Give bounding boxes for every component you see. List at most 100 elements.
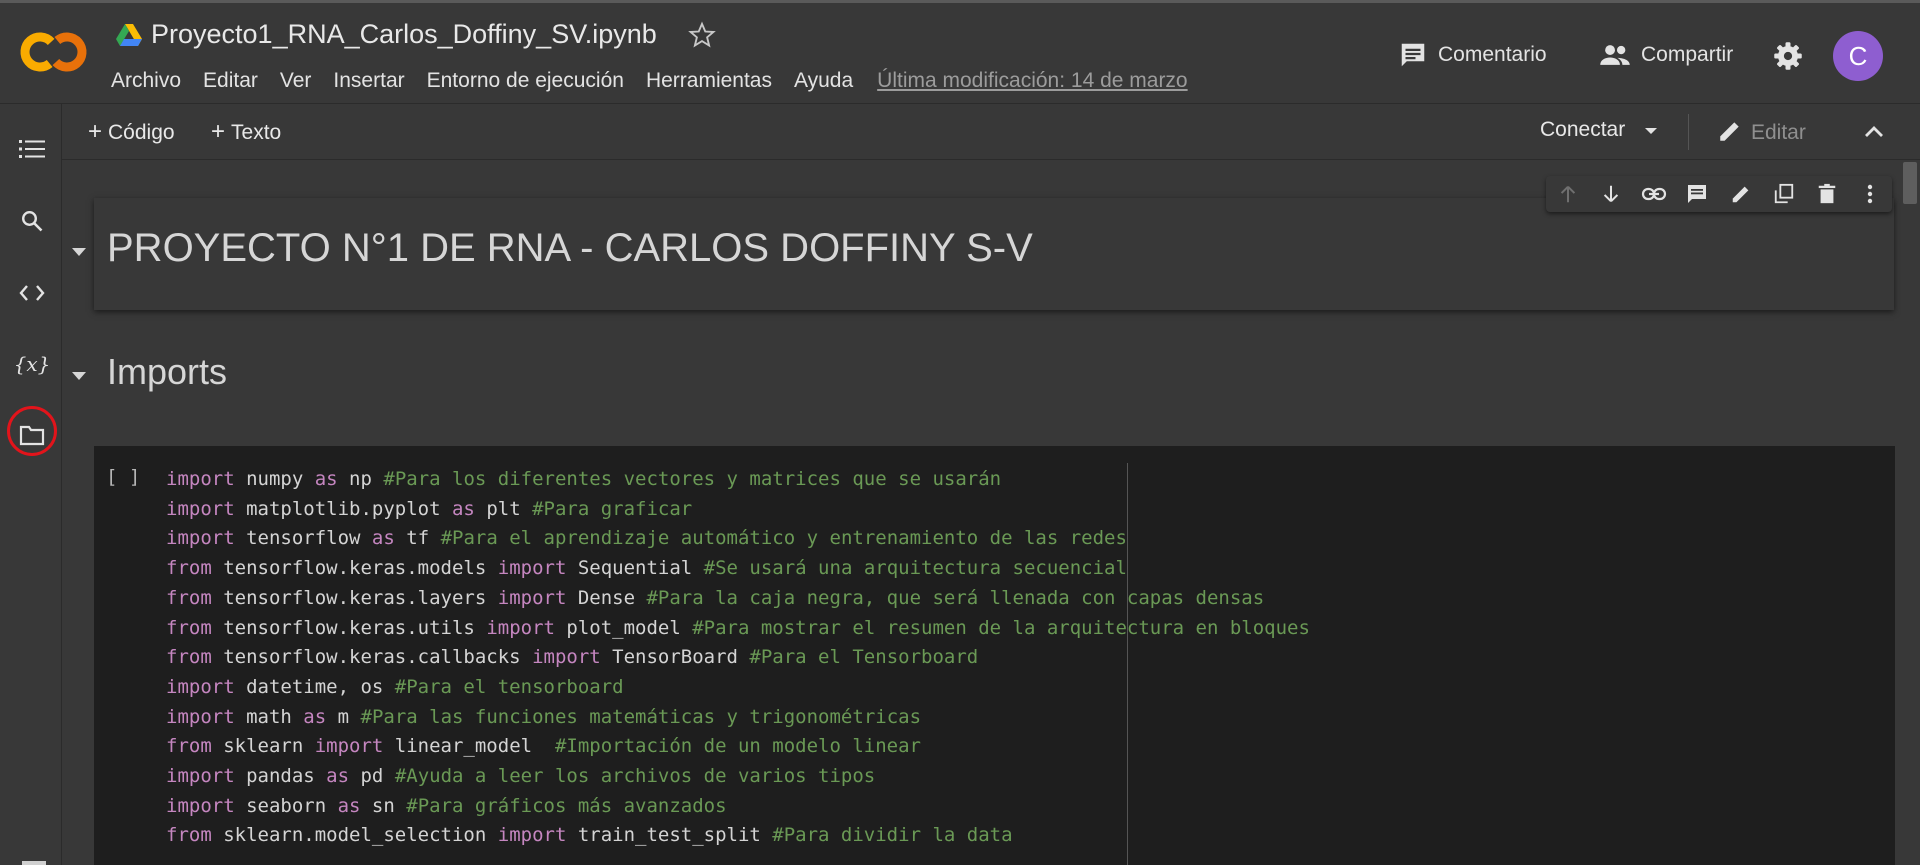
menu-ver[interactable]: Ver — [280, 69, 312, 95]
comment-icon — [1401, 43, 1425, 67]
code-comment: #Para los diferentes vectores y matrices… — [383, 468, 1002, 490]
code-keyword: import — [166, 705, 235, 728]
code-comment: #Ayuda a leer los archivos de varios tip… — [394, 765, 876, 788]
menu-ayuda[interactable]: Ayuda — [794, 69, 853, 95]
code-comment: #Para el aprendizaje automático y entren… — [440, 527, 1127, 550]
code-keyword: from — [166, 557, 212, 580]
code-keyword: from — [166, 735, 212, 758]
connect-button[interactable]: Conectar — [1540, 118, 1659, 142]
pencil-icon — [1720, 122, 1739, 141]
last-modified-link[interactable]: Última modificación: 14 de marzo — [877, 69, 1187, 95]
delete-cell-icon[interactable] — [1813, 180, 1841, 208]
code-keyword: import — [532, 646, 601, 669]
scrollbar-track[interactable] — [1901, 160, 1920, 865]
mirror-cell-icon[interactable] — [1770, 180, 1798, 208]
code-text: Dense — [566, 586, 647, 609]
code-text: pd — [349, 765, 395, 788]
settings-gear-icon[interactable] — [1773, 41, 1803, 71]
code-keyword: from — [166, 824, 212, 847]
code-keyword: import — [166, 468, 235, 490]
table-of-contents-icon[interactable] — [17, 134, 47, 164]
code-keyword: as — [326, 765, 350, 788]
code-line: import tensorflow as tf #Para el aprendi… — [166, 524, 1310, 554]
code-line: from sklearn.model_selection import trai… — [166, 821, 1310, 851]
notebook-title-heading: PROYECTO N°1 DE RNA - CARLOS DOFFINY S-V — [107, 226, 1033, 270]
code-keyword: import — [497, 586, 567, 609]
run-cell-button[interactable]: [ ] — [106, 466, 140, 488]
code-keyword: import — [166, 675, 235, 698]
colab-logo-icon[interactable] — [18, 27, 88, 77]
menu-archivo[interactable]: Archivo — [111, 69, 181, 95]
code-comment: #Para dividir la data — [772, 824, 1013, 847]
menu-editar[interactable]: Editar — [203, 69, 258, 95]
code-keyword: from — [166, 646, 212, 669]
notebook-toolbar: + Código + Texto Conectar Editar — [62, 104, 1920, 160]
code-text: plot_model — [554, 616, 693, 639]
move-cell-down-icon[interactable] — [1597, 180, 1625, 208]
search-icon[interactable] — [17, 206, 47, 236]
move-cell-up-icon[interactable] — [1554, 180, 1582, 208]
comment-label: Comentario — [1438, 43, 1547, 66]
code-line: from tensorflow.keras.layers import Dens… — [166, 584, 1310, 614]
add-text-button[interactable]: + Texto — [211, 118, 281, 146]
user-avatar[interactable]: C — [1833, 31, 1883, 81]
notebook-filename[interactable]: Proyecto1_RNA_Carlos_Doffiny_SV.ipynb — [151, 19, 657, 50]
collapse-arrow-icon[interactable] — [68, 365, 90, 387]
left-sidebar: {x} — [0, 104, 62, 865]
code-keyword: from — [166, 616, 212, 639]
edit-cell-pencil-icon[interactable] — [1727, 180, 1755, 208]
share-label: Compartir — [1641, 43, 1734, 66]
code-text: plt — [474, 497, 533, 520]
code-snippets-icon[interactable] — [17, 278, 47, 308]
menu-bar: Archivo Editar Ver Insertar Entorno de e… — [111, 69, 1188, 95]
code-line: import pandas as pd #Ayuda a leer los ar… — [166, 762, 1310, 792]
code-comment: #Para graficar — [532, 497, 693, 520]
code-line: import numpy as np #Para los diferentes … — [166, 465, 1310, 495]
code-editor[interactable]: import numpy as np #Para los diferentes … — [166, 465, 1310, 851]
code-keyword: import — [486, 616, 555, 639]
files-folder-icon[interactable] — [17, 420, 47, 450]
code-comment: #Se usará una arquitectura secuencial — [703, 557, 1127, 580]
variables-icon[interactable]: {x} — [14, 349, 51, 379]
code-comment: #Para la caja negra, que será llenada co… — [646, 586, 1265, 609]
comment-button[interactable]: Comentario — [1398, 33, 1547, 77]
plus-icon: + — [211, 118, 226, 145]
code-comment: #Importación de un modelo linear — [554, 735, 921, 758]
sidebar-terminal-icon[interactable] — [22, 861, 46, 865]
section-heading-imports: Imports — [107, 351, 228, 392]
code-text: tensorflow.keras.utils — [211, 616, 487, 639]
code-text: tensorflow.keras.layers — [211, 586, 498, 609]
edit-label: Editar — [1751, 121, 1806, 144]
chevron-up-icon[interactable] — [1862, 121, 1886, 143]
share-button[interactable]: Compartir — [1599, 33, 1733, 77]
menu-insertar[interactable]: Insertar — [333, 69, 404, 95]
collapse-arrow-icon[interactable] — [68, 241, 90, 263]
add-comment-icon[interactable] — [1683, 180, 1711, 208]
code-text: tensorflow.keras.callbacks — [211, 646, 533, 669]
code-text: sklearn.model_selection — [211, 824, 498, 847]
link-icon[interactable] — [1640, 180, 1668, 208]
code-comment: #Para el tensorboard — [394, 675, 624, 698]
more-options-icon[interactable] — [1856, 180, 1884, 208]
menu-entorno-de-ejecucion[interactable]: Entorno de ejecución — [427, 69, 624, 95]
scrollbar-thumb[interactable] — [1903, 162, 1917, 204]
code-text: pandas — [234, 765, 327, 788]
plus-icon: + — [88, 118, 103, 145]
toolbar-divider — [1688, 114, 1689, 150]
star-icon[interactable] — [688, 21, 716, 49]
code-text: linear_model — [383, 735, 555, 758]
code-keyword: import — [497, 824, 567, 847]
code-text: tf — [394, 527, 441, 550]
code-keyword: import — [497, 557, 567, 580]
edit-button[interactable]: Editar — [1717, 118, 1806, 145]
code-keyword: as — [314, 468, 338, 490]
menu-herramientas[interactable]: Herramientas — [646, 69, 772, 95]
code-keyword: import — [166, 497, 235, 520]
code-line: from sklearn import linear_model #Import… — [166, 732, 1310, 762]
add-code-button[interactable]: + Código — [88, 118, 175, 146]
cell-toolbar — [1546, 176, 1892, 212]
add-code-label: Código — [108, 121, 175, 144]
code-text: numpy — [234, 468, 315, 490]
code-line: import matplotlib.pyplot as plt #Para gr… — [166, 495, 1310, 525]
header-bar: Proyecto1_RNA_Carlos_Doffiny_SV.ipynb Ar… — [0, 0, 1920, 104]
